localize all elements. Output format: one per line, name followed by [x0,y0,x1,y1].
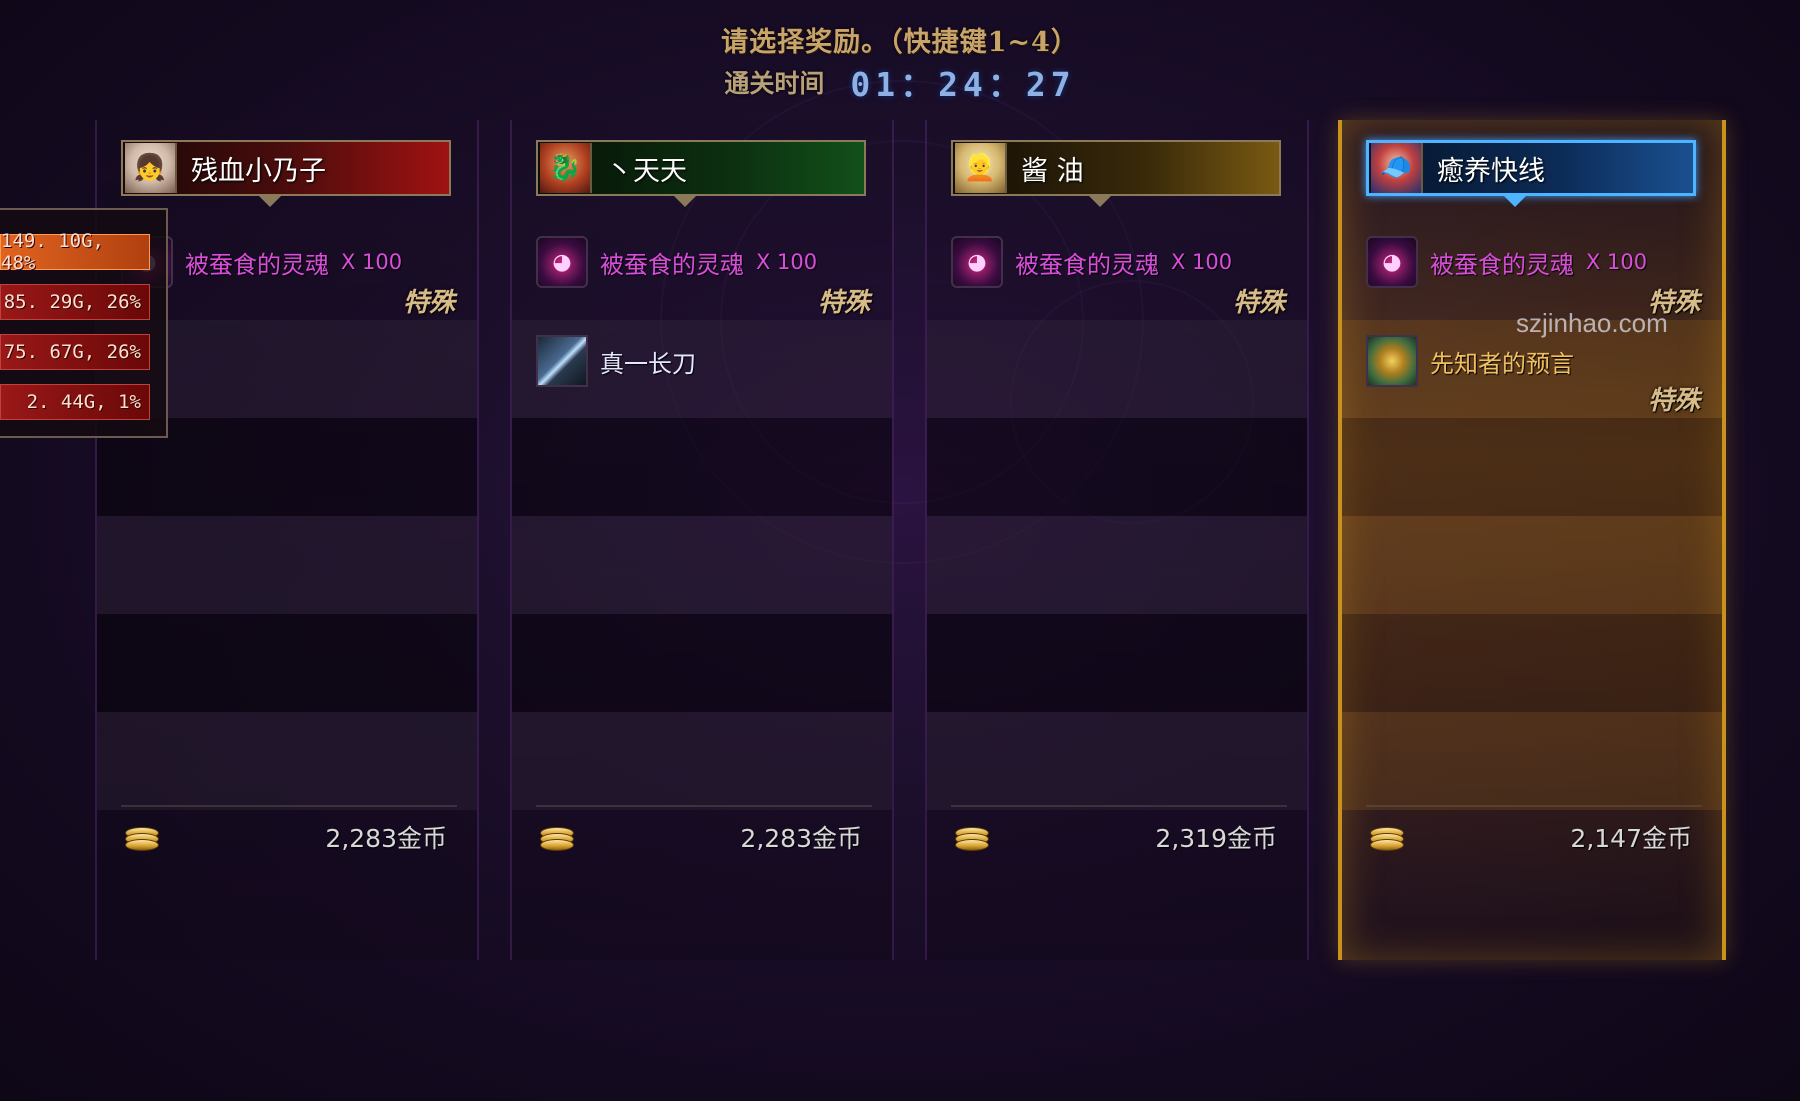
prophecy-icon [1366,335,1418,387]
item-quantity: X 100 [341,250,403,274]
clear-time-label: 通关时间 [724,69,825,98]
banner-pointer [257,194,283,207]
gold-reward: 2,283金币 [536,805,872,867]
gold-amount: 2,283金币 [325,824,447,853]
row-stripe [512,712,892,810]
row-stripe [512,516,892,614]
item-name: 先知者的预言 [1430,349,1574,378]
portrait-priestess-icon: 👱 [955,143,1007,193]
row-stripe [927,516,1307,614]
damage-meter-entry: 149. 10G, 48% [0,230,150,274]
gold-reward: 2,283金币 [121,805,457,867]
gold-amount: 2,147金币 [1570,824,1692,853]
portrait-female-mage-icon: 👧 [125,143,177,193]
row-stripe [927,614,1307,712]
item-quantity: X 100 [1586,250,1648,274]
damage-meter-entry: 2. 44G, 1% [0,384,150,420]
reward-card-4[interactable]: 🧢 癒养快线 ◕ 被蚕食的灵魂 X 100 特殊 先知者的预言 特殊 2,147… [1338,120,1726,960]
banner-pointer [1087,194,1113,207]
special-tag: 特殊 [1232,288,1285,318]
gold-amount: 2,319金币 [1155,824,1277,853]
gold-coin-icon [125,825,161,851]
devoured-soul-icon: ◕ [951,236,1003,288]
watermark-text: szjinhao.com [1516,308,1668,338]
row-stripe [927,320,1307,418]
player-banner: 👱 酱 油 [951,140,1281,196]
reward-selection-screen: 请选择奖励。（快捷键1~4） 通关时间 01：24：27 👧 残血小乃子 ◕ 被… [0,0,1800,1101]
item-name: 真一长刀 [600,349,696,378]
row-stripe [1342,614,1722,712]
gold-reward: 2,319金币 [951,805,1287,867]
row-stripe [1342,516,1722,614]
row-stripe [512,614,892,712]
portrait-gunner-icon: 🧢 [1371,143,1423,193]
special-tag: 特殊 [1647,386,1700,416]
item-quantity: X 100 [1171,250,1233,274]
special-tag: 特殊 [402,288,455,318]
player-banner: 🐉 丶天天 [536,140,866,196]
row-stripe [97,614,477,712]
damage-meter-panel: 149. 10G, 48% 85. 29G, 26% 75. 67G, 26% … [0,208,168,438]
row-stripe [1342,712,1722,810]
player-name: 癒养快线 [1437,155,1545,187]
reward-prompt-title: 请选择奖励。（快捷键1~4） [721,27,1079,58]
special-tag: 特殊 [817,288,870,318]
item-name: 被蚕食的灵魂 [600,250,744,279]
clear-time-row: 通关时间 01：24：27 [0,58,1800,106]
reward-card-2[interactable]: 🐉 丶天天 ◕ 被蚕食的灵魂 X 100 特殊 真一长刀 2,283金币 [510,120,894,960]
row-stripe [1342,418,1722,516]
item-name: 被蚕食的灵魂 [1015,250,1159,279]
reward-card-3[interactable]: 👱 酱 油 ◕ 被蚕食的灵魂 X 100 特殊 2,319金币 [925,120,1309,960]
item-name: 被蚕食的灵魂 [185,250,329,279]
player-name: 残血小乃子 [191,155,326,187]
gold-coin-icon [1370,825,1406,851]
item-name: 被蚕食的灵魂 [1430,250,1574,279]
row-stripe [512,418,892,516]
player-name: 丶天天 [606,155,687,187]
long-sword-icon [536,335,588,387]
row-stripe [97,712,477,810]
row-stripe [927,418,1307,516]
gold-coin-icon [540,825,576,851]
item-quantity: X 100 [756,250,818,274]
row-stripe [97,516,477,614]
banner-pointer [672,194,698,207]
player-banner: 🧢 癒养快线 [1366,140,1696,196]
gold-amount: 2,283金币 [740,824,862,853]
player-name: 酱 油 [1021,155,1084,187]
gold-coin-icon [955,825,991,851]
gold-reward: 2,147金币 [1366,805,1702,867]
row-stripe [927,712,1307,810]
clear-time-value: 01：24：27 [850,65,1076,104]
devoured-soul-icon: ◕ [536,236,588,288]
devoured-soul-icon: ◕ [1366,236,1418,288]
damage-meter-entry: 85. 29G, 26% [0,284,150,320]
reward-item[interactable]: 真一长刀 [536,331,886,391]
player-banner: 👧 残血小乃子 [121,140,451,196]
banner-pointer [1502,194,1528,207]
portrait-dragon-warrior-icon: 🐉 [540,143,592,193]
damage-meter-entry: 75. 67G, 26% [0,334,150,370]
